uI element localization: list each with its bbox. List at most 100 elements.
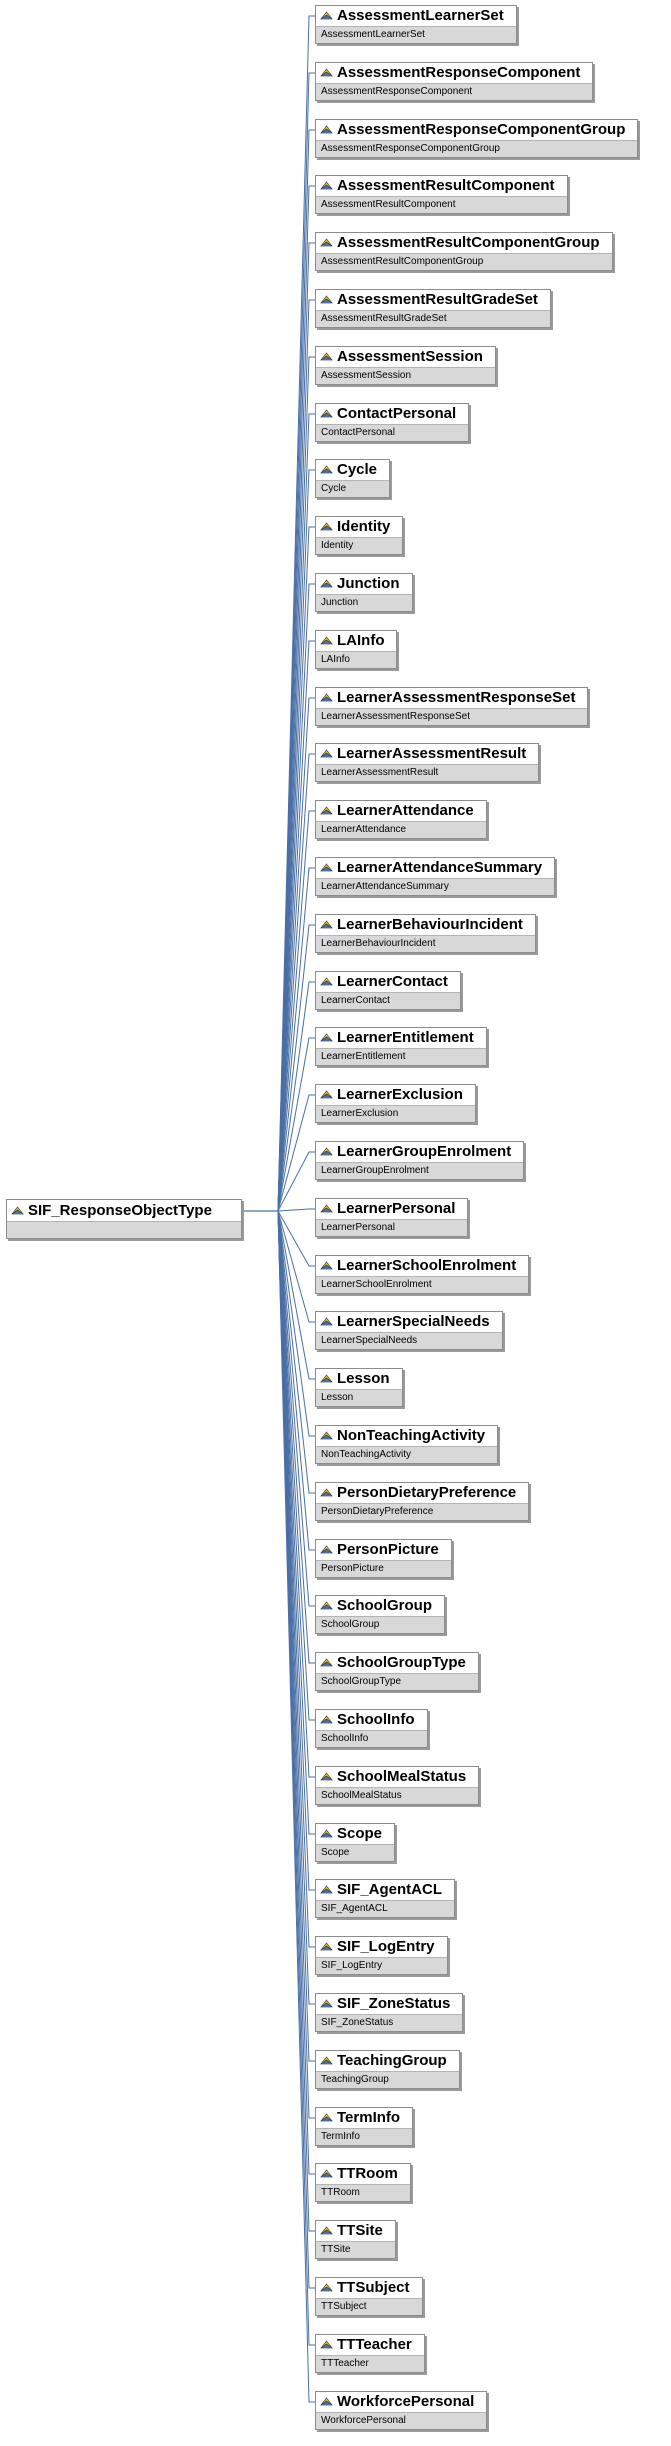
element-name: LearnerSchoolEnrolment: [337, 1257, 517, 1274]
element-icon: [320, 1261, 333, 1270]
element-header: SIF_AgentACL: [316, 1880, 454, 1900]
element-header: AssessmentResultComponent: [316, 176, 567, 196]
element-name: TTTeacher: [337, 2336, 412, 2353]
element-icon: [320, 181, 333, 190]
element-box-assessmentsession[interactable]: AssessmentSession AssessmentSession: [315, 346, 496, 385]
element-type: LearnerEntitlement: [316, 1048, 486, 1065]
element-box-learnerpersonal[interactable]: LearnerPersonal LearnerPersonal: [315, 1198, 468, 1237]
element-icon: [320, 2397, 333, 2406]
element-header: SchoolMealStatus: [316, 1767, 478, 1787]
element-box-learnergroupenrolment[interactable]: LearnerGroupEnrolment LearnerGroupEnrolme…: [315, 1141, 524, 1180]
element-box-assessmentresultcomponentgroup[interactable]: AssessmentResultComponentGroup Assessment…: [315, 232, 613, 271]
element-box-learnerschoolenrolment[interactable]: LearnerSchoolEnrolment LearnerSchoolEnrol…: [315, 1255, 529, 1294]
element-box-ttsubject[interactable]: TTSubject TTSubject: [315, 2277, 423, 2316]
element-box-assessmentresponsecomponent[interactable]: AssessmentResponseComponent AssessmentRes…: [315, 62, 593, 101]
element-box-ttteacher[interactable]: TTTeacher TTTeacher: [315, 2334, 425, 2373]
element-box-ttsite[interactable]: TTSite TTSite: [315, 2220, 396, 2259]
element-name: LearnerExclusion: [337, 1086, 463, 1103]
element-box-schoolgrouptype[interactable]: SchoolGroupType SchoolGroupType: [315, 1652, 479, 1691]
element-box-assessmentresultgradeset[interactable]: AssessmentResultGradeSet AssessmentResult…: [315, 289, 551, 328]
element-box-schoolinfo[interactable]: SchoolInfo SchoolInfo: [315, 1709, 428, 1748]
element-box-scope[interactable]: Scope Scope: [315, 1823, 395, 1862]
element-box-lesson[interactable]: Lesson Lesson: [315, 1368, 403, 1407]
element-icon: [320, 1317, 333, 1326]
element-header: Scope: [316, 1824, 394, 1844]
element-header: AssessmentResponseComponentGroup: [316, 120, 637, 140]
element-icon: [320, 352, 333, 361]
element-type: AssessmentLearnerSet: [316, 26, 516, 43]
element-type: TermInfo: [316, 2128, 412, 2145]
element-icon: [320, 1885, 333, 1894]
element-header: AssessmentSession: [316, 347, 495, 367]
element-icon: [320, 1829, 333, 1838]
element-header: AssessmentLearnerSet: [316, 6, 516, 26]
element-header: SchoolGroup: [316, 1596, 444, 1616]
root-element-name: SIF_ResponseObjectType: [28, 1201, 212, 1219]
element-box-ttroom[interactable]: TTRoom TTRoom: [315, 2163, 411, 2202]
element-type: LearnerAssessmentResult: [316, 764, 538, 781]
root-element-type: [7, 1221, 241, 1238]
element-type: LearnerExclusion: [316, 1105, 475, 1122]
element-box-assessmentlearnerset[interactable]: AssessmentLearnerSet AssessmentLearnerSet: [315, 5, 517, 44]
element-type: LearnerSpecialNeeds: [316, 1332, 502, 1349]
element-name: PersonDietaryPreference: [337, 1484, 517, 1501]
element-box-assessmentresponsecomponentgroup[interactable]: AssessmentResponseComponentGroup Assessme…: [315, 119, 638, 158]
element-type: Cycle: [316, 480, 389, 497]
element-header: LearnerEntitlement: [316, 1028, 486, 1048]
element-box-learnerattendancesummary[interactable]: LearnerAttendanceSummary LearnerAttendanc…: [315, 857, 555, 896]
element-box-personpicture[interactable]: PersonPicture PersonPicture: [315, 1539, 452, 1578]
element-box-cycle[interactable]: Cycle Cycle: [315, 459, 390, 498]
element-type: SIF_LogEntry: [316, 1957, 447, 1974]
element-box-terminfo[interactable]: TermInfo TermInfo: [315, 2107, 413, 2146]
element-box-learnerbehaviourincident[interactable]: LearnerBehaviourIncident LearnerBehaviour…: [315, 914, 536, 953]
element-box-contactpersonal[interactable]: ContactPersonal ContactPersonal: [315, 403, 469, 442]
element-box-sif-logentry[interactable]: SIF_LogEntry SIF_LogEntry: [315, 1936, 448, 1975]
element-box-junction[interactable]: Junction Junction: [315, 573, 413, 612]
element-box-assessmentresultcomponent[interactable]: AssessmentResultComponent AssessmentResul…: [315, 175, 568, 214]
element-name: AssessmentResponseComponent: [337, 64, 581, 81]
element-box-sif-agentacl[interactable]: SIF_AgentACL SIF_AgentACL: [315, 1879, 455, 1918]
element-type: SchoolInfo: [316, 1730, 427, 1747]
element-box-teachinggroup[interactable]: TeachingGroup TeachingGroup: [315, 2050, 460, 2089]
element-box-learnercontact[interactable]: LearnerContact LearnerContact: [315, 971, 461, 1010]
element-header: LearnerAttendance: [316, 801, 486, 821]
element-type: WorkforcePersonal: [316, 2412, 486, 2429]
element-header: TeachingGroup: [316, 2051, 459, 2071]
element-box-learnerattendance[interactable]: LearnerAttendance LearnerAttendance: [315, 800, 487, 839]
element-box-schoolgroup[interactable]: SchoolGroup SchoolGroup: [315, 1595, 445, 1634]
element-icon: [320, 920, 333, 929]
element-header: LearnerBehaviourIncident: [316, 915, 535, 935]
element-name: Scope: [337, 1825, 383, 1842]
element-box-sif-zonestatus[interactable]: SIF_ZoneStatus SIF_ZoneStatus: [315, 1993, 463, 2032]
element-icon: [320, 2113, 333, 2122]
element-box-learnerentitlement[interactable]: LearnerEntitlement LearnerEntitlement: [315, 1027, 487, 1066]
root-element-header: SIF_ResponseObjectType: [7, 1200, 241, 1221]
element-box-identity[interactable]: Identity Identity: [315, 516, 403, 555]
element-icon: [320, 465, 333, 474]
element-box-learnerspecialneeds[interactable]: LearnerSpecialNeeds LearnerSpecialNeeds: [315, 1311, 503, 1350]
element-header: AssessmentResultGradeSet: [316, 290, 550, 310]
element-type: PersonDietaryPreference: [316, 1503, 528, 1520]
element-name: ContactPersonal: [337, 405, 457, 422]
element-name: AssessmentResponseComponentGroup: [337, 121, 626, 138]
element-box-learnerexclusion[interactable]: LearnerExclusion LearnerExclusion: [315, 1084, 476, 1123]
root-element-box[interactable]: SIF_ResponseObjectType: [6, 1199, 242, 1239]
element-box-nonteachingactivity[interactable]: NonTeachingActivity NonTeachingActivity: [315, 1425, 498, 1464]
element-header: LearnerAssessmentResponseSet: [316, 688, 587, 708]
element-type: AssessmentResponseComponent: [316, 83, 592, 100]
element-box-workforcepersonal[interactable]: WorkforcePersonal WorkforcePersonal: [315, 2391, 487, 2430]
element-icon: [320, 125, 333, 134]
element-box-learnerassessmentresult[interactable]: LearnerAssessmentResult LearnerAssessment…: [315, 743, 539, 782]
element-header: ContactPersonal: [316, 404, 468, 424]
element-type: TTTeacher: [316, 2355, 424, 2372]
element-icon: [320, 2169, 333, 2178]
element-header: TTSite: [316, 2221, 395, 2241]
element-type: LearnerBehaviourIncident: [316, 935, 535, 952]
element-box-learnerassessmentresponseset[interactable]: LearnerAssessmentResponseSet LearnerAsses…: [315, 687, 588, 726]
element-box-persondietarypreference[interactable]: PersonDietaryPreference PersonDietaryPref…: [315, 1482, 529, 1521]
element-name: SIF_ZoneStatus: [337, 1995, 451, 2012]
element-icon: [320, 11, 333, 20]
element-box-schoolmealstatus[interactable]: SchoolMealStatus SchoolMealStatus: [315, 1766, 479, 1805]
element-name: SchoolGroupType: [337, 1654, 466, 1671]
element-box-lainfo[interactable]: LAInfo LAInfo: [315, 630, 397, 669]
